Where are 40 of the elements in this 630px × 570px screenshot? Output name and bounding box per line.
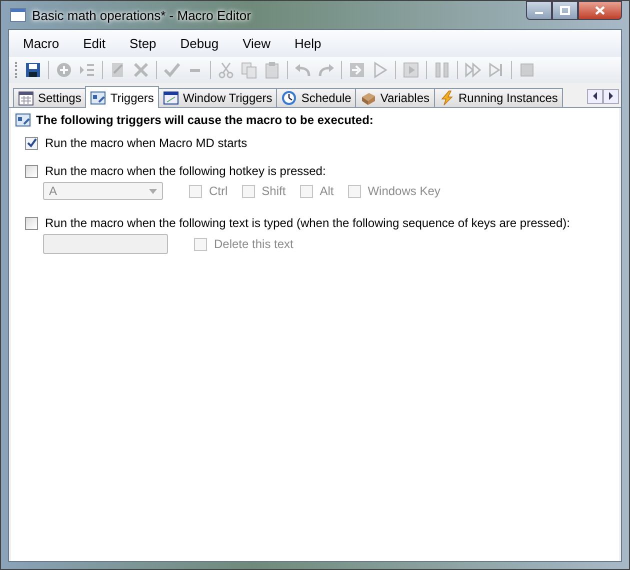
menu-item[interactable]: View (230, 34, 283, 53)
right-arrow-icon (608, 92, 614, 100)
checkbox[interactable] (25, 136, 38, 150)
clock-icon (281, 90, 298, 106)
window-title: Basic math operations* - Macro Editor (32, 8, 251, 22)
close-icon (595, 6, 605, 15)
box-icon (360, 90, 376, 106)
menu-item[interactable]: Macro (11, 34, 72, 53)
tab[interactable]: Variables (355, 88, 434, 107)
menu-item[interactable]: Edit (71, 34, 118, 53)
checkbox[interactable] (25, 164, 38, 178)
window-app-icon (10, 8, 26, 22)
section-heading: The following triggers will cause the macro to be executed: (36, 113, 374, 127)
close-button[interactable] (578, 1, 622, 20)
scroll-right-button[interactable] (603, 88, 619, 104)
tab[interactable]: Schedule (276, 88, 356, 107)
checkbox[interactable] (25, 216, 38, 230)
lightning-icon (438, 90, 454, 106)
left-arrow-icon (592, 92, 598, 100)
save-icon[interactable] (24, 61, 42, 79)
window-icon (162, 90, 179, 106)
checkbox-label[interactable]: Run the macro when the following text is typed (when the following sequence of keys are pressed): (45, 216, 570, 230)
tab[interactable]: Running Instances (434, 88, 563, 107)
tab[interactable]: Settings (13, 88, 86, 107)
maximize-button[interactable] (552, 1, 578, 20)
toolbar-grip (15, 62, 19, 78)
caret-icon (149, 188, 157, 194)
calendar-icon (18, 90, 34, 106)
minimize-button[interactable] (526, 1, 552, 20)
menu-item[interactable]: Help (282, 34, 334, 53)
menu-item[interactable]: Debug (168, 34, 231, 53)
checkbox-label[interactable]: Run the macro when Macro MD starts (45, 136, 248, 150)
tab[interactable]: Triggers (85, 86, 159, 108)
scroll-left-button[interactable] (587, 88, 603, 104)
menu-item[interactable]: Step (118, 34, 168, 53)
triggers-icon (15, 112, 31, 128)
triggers-icon (90, 90, 106, 106)
tab[interactable]: Window Triggers (158, 88, 278, 107)
checkbox-label[interactable]: Run the macro when the following hotkey is pressed: (45, 164, 326, 178)
maximize-icon (560, 6, 570, 15)
